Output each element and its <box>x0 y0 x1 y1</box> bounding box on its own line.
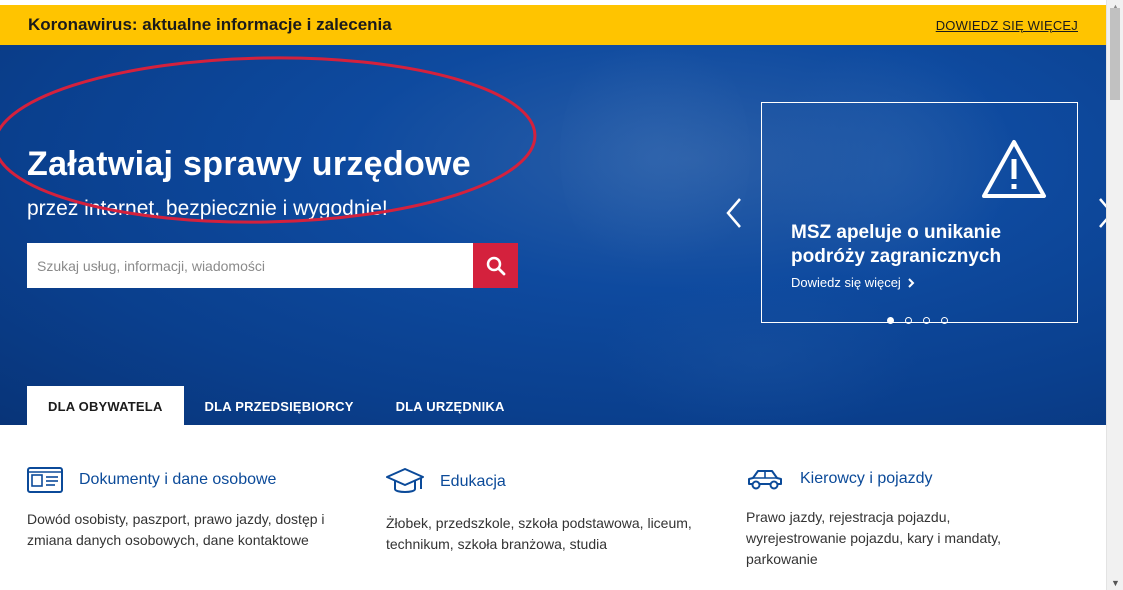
scrollbar-thumb[interactable] <box>1110 8 1120 100</box>
category-title[interactable]: Dokumenty i dane osobowe <box>79 471 276 489</box>
category-education: Edukacja Żłobek, przedszkole, szkoła pod… <box>386 467 721 555</box>
graduation-cap-icon <box>386 468 424 493</box>
category-title[interactable]: Edukacja <box>440 473 506 491</box>
card-more-link[interactable]: Dowiedz się więcej <box>791 275 915 290</box>
search-icon <box>486 256 505 275</box>
category-title[interactable]: Kierowcy i pojazdy <box>800 470 933 488</box>
category-documents: Dokumenty i dane osobowe Dowód osobisty,… <box>27 467 367 551</box>
car-icon <box>748 470 782 490</box>
page: Koronawirus: aktualne informacje i zalec… <box>0 0 1106 590</box>
audience-tabs: DLA OBYWATELA DLA PRZEDSIĘBIORCY DLA URZ… <box>27 386 526 425</box>
news-carousel-card[interactable]: MSZ apeluje o unikanie podróży zagranicz… <box>761 102 1078 323</box>
search-button[interactable] <box>473 243 518 288</box>
carousel-dot[interactable] <box>923 317 930 324</box>
hero-heading: Załatwiaj sprawy urzędowe <box>27 145 471 183</box>
carousel-dot[interactable] <box>941 317 948 324</box>
vertical-scrollbar[interactable]: ▲ ▼ <box>1106 0 1123 590</box>
category-description: Żłobek, przedszkole, szkoła podstawowa, … <box>386 515 692 552</box>
hero-subheading: przez internet, bezpiecznie i wygodnie! <box>27 197 388 220</box>
carousel-prev-arrow[interactable] <box>722 195 746 231</box>
category-list: Dokumenty i dane osobowe Dowód osobisty,… <box>0 425 1106 590</box>
scroll-down-arrow-icon[interactable]: ▼ <box>1111 578 1120 588</box>
carousel-next-arrow[interactable] <box>1094 195 1106 231</box>
category-drivers: Kierowcy i pojazdy Prawo jazdy, rejestra… <box>746 467 1046 570</box>
carousel-dots <box>887 317 948 324</box>
chevron-right-icon <box>908 277 915 288</box>
tab-citizen[interactable]: DLA OBYWATELA <box>27 386 184 425</box>
warning-icon <box>982 140 1046 198</box>
tab-official[interactable]: DLA URZĘDNIKA <box>375 386 526 425</box>
category-description: Dowód osobisty, paszport, prawo jazdy, d… <box>27 511 325 548</box>
search-input[interactable] <box>27 243 473 288</box>
alert-title: Koronawirus: aktualne informacje i zalec… <box>28 15 392 34</box>
category-header[interactable]: Dokumenty i dane osobowe <box>27 467 367 493</box>
hero-banner: Załatwiaj sprawy urzędowe przez internet… <box>0 45 1106 425</box>
card-link-label: Dowiedz się więcej <box>791 275 901 290</box>
search-form <box>27 243 518 288</box>
category-description: Prawo jazdy, rejestracja pojazdu, wyreje… <box>746 509 1001 567</box>
carousel-dot[interactable] <box>905 317 912 324</box>
id-card-icon <box>27 467 63 493</box>
hero-background-photo <box>560 45 750 285</box>
tab-entrepreneur[interactable]: DLA PRZEDSIĘBIORCY <box>184 386 375 425</box>
card-title: MSZ apeluje o unikanie podróży zagranicz… <box>791 222 1002 267</box>
category-header[interactable]: Edukacja <box>386 467 721 497</box>
category-header[interactable]: Kierowcy i pojazdy <box>746 467 1046 491</box>
covid-alert-bar: Koronawirus: aktualne informacje i zalec… <box>0 5 1106 45</box>
carousel-dot[interactable] <box>887 317 894 324</box>
alert-more-link[interactable]: DOWIEDZ SIĘ WIĘCEJ <box>936 18 1078 33</box>
